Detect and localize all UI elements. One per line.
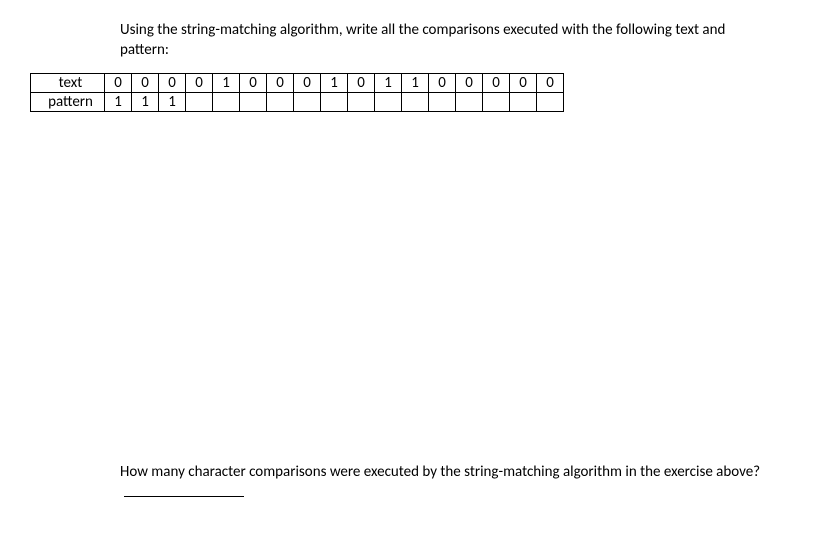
answer-blank[interactable]: [124, 482, 244, 497]
pattern-cell: [294, 92, 321, 111]
string-match-table: text 0 0 0 0 1 0 0 0 1 0 1 1 0 0 0 0 0 p…: [30, 73, 564, 112]
pattern-cell: 1: [105, 92, 132, 111]
text-cell: 0: [240, 73, 267, 92]
text-row: text 0 0 0 0 1 0 0 0 1 0 1 1 0 0 0 0 0: [31, 73, 564, 92]
pattern-cell: [375, 92, 402, 111]
text-cell: 1: [402, 73, 429, 92]
text-cell: 0: [510, 73, 537, 92]
text-cell: 1: [321, 73, 348, 92]
pattern-cell: [267, 92, 294, 111]
text-cell: 0: [483, 73, 510, 92]
text-cell: 0: [105, 73, 132, 92]
text-cell: 0: [267, 73, 294, 92]
text-row-label: text: [31, 73, 105, 92]
pattern-cell: [321, 92, 348, 111]
text-cell: 1: [213, 73, 240, 92]
pattern-cell: [483, 92, 510, 111]
prompt-text: Using the string-matching algorithm, wri…: [120, 20, 762, 61]
pattern-row: pattern 1 1 1: [31, 92, 564, 111]
text-cell: 0: [348, 73, 375, 92]
text-cell: 0: [132, 73, 159, 92]
pattern-cell: 1: [159, 92, 186, 111]
text-cell: 0: [429, 73, 456, 92]
pattern-cell: [537, 92, 564, 111]
pattern-cell: [402, 92, 429, 111]
pattern-cell: [348, 92, 375, 111]
pattern-cell: [510, 92, 537, 111]
pattern-cell: [240, 92, 267, 111]
text-cell: 0: [186, 73, 213, 92]
pattern-cell: [456, 92, 483, 111]
text-cell: 1: [375, 73, 402, 92]
pattern-cell: [429, 92, 456, 111]
text-cell: 0: [537, 73, 564, 92]
pattern-cell: 1: [132, 92, 159, 111]
pattern-row-label: pattern: [31, 92, 105, 111]
pattern-cell: [186, 92, 213, 111]
pattern-cell: [213, 92, 240, 111]
text-cell: 0: [159, 73, 186, 92]
text-cell: 0: [294, 73, 321, 92]
text-cell: 0: [456, 73, 483, 92]
question-part: How many character comparisons were exec…: [120, 463, 760, 481]
question-text: How many character comparisons were exec…: [120, 462, 792, 503]
